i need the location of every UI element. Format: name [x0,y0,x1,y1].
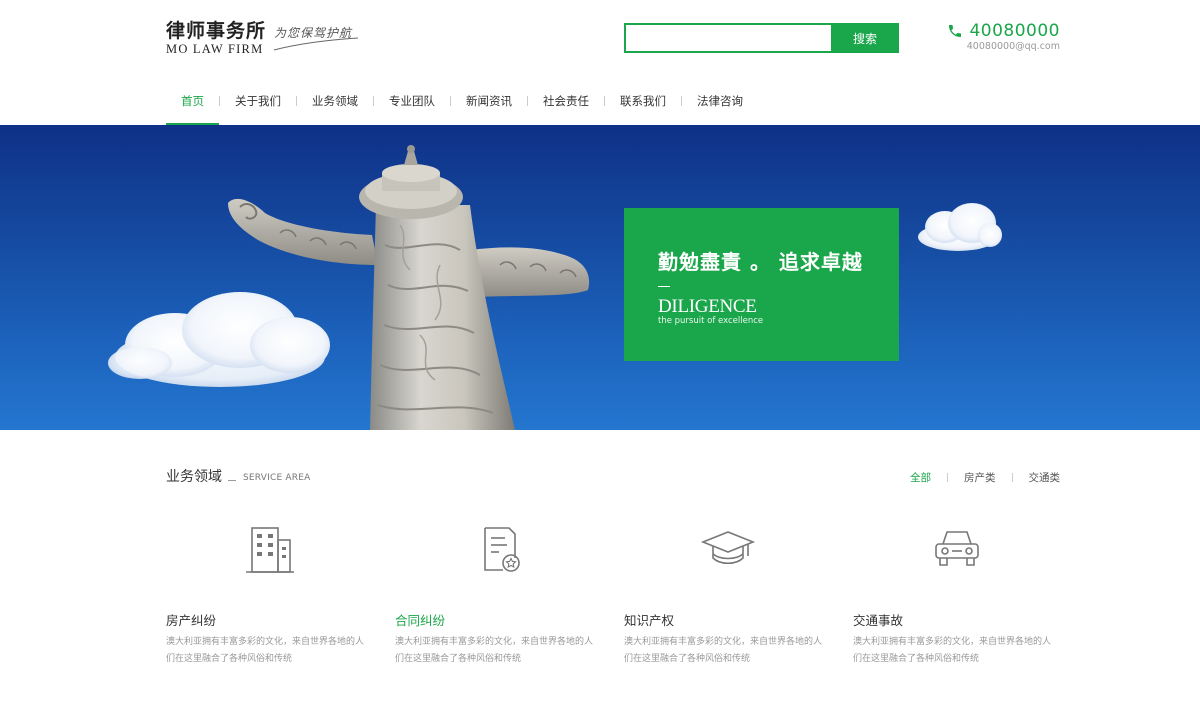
service-card-title[interactable]: 知识产权 [624,610,674,629]
service-card[interactable]: 合同纠纷澳大利亚拥有丰富多彩的文化，来自世界各地的人们在这里融合了各种风俗和传统 [395,520,600,680]
phone-icon [949,25,961,37]
search-button[interactable]: 搜索 [831,23,899,53]
service-card-title[interactable]: 合同纠纷 [395,610,445,629]
section-title: 业务领域 [166,469,222,485]
nav-item-1[interactable]: 关于我们 [220,76,296,125]
nav-item-3[interactable]: 专业团队 [374,76,450,125]
service-cards: 房产纠纷澳大利亚拥有丰富多彩的文化，来自世界各地的人们在这里融合了各种风俗和传统… [166,520,1060,680]
phone-number: 40080000 [969,21,1060,41]
building-icon [242,520,298,576]
filter-tab-1[interactable]: 房产类 [964,470,996,485]
filter-separator [1011,473,1013,482]
service-card[interactable]: 知识产权澳大利亚拥有丰富多彩的文化，来自世界各地的人们在这里融合了各种风俗和传统 [624,520,829,680]
site-logo[interactable]: 律师事务所 MO LAW FIRM [166,20,266,56]
nav-item-5[interactable]: 社会责任 [528,76,604,125]
car-icon [929,520,985,576]
contact-info: 40080000 40080000@qq.com [945,20,1060,56]
service-area-header: 业务领域 SERVICE AREA 全部 房产类 交通类 [166,466,1060,486]
filter-tab-0[interactable]: 全部 [910,470,931,485]
service-card-description: 澳大利亚拥有丰富多彩的文化，来自世界各地的人们在这里融合了各种风俗和传统 [395,637,594,664]
banner-subtitle: the pursuit of excellence [658,316,764,326]
category-filters: 全部 房产类 交通类 [910,470,1060,485]
nav-item-4[interactable]: 新闻资讯 [451,76,527,125]
site-header: 律师事务所 MO LAW FIRM 为您保驾护航 搜索 40080000 400… [0,0,1200,125]
service-card-description: 澳大利亚拥有丰富多彩的文化，来自世界各地的人们在这里融合了各种风俗和传统 [853,637,1052,664]
slogan-swoosh-icon [273,37,359,51]
filter-tab-2[interactable]: 交通类 [1029,470,1061,485]
banner-divider [658,286,670,287]
certificate-icon [471,520,527,576]
banner-artwork [108,145,1002,430]
nav-item-7[interactable]: 法律咨询 [682,76,758,125]
logo-cn-text: 律师事务所 [166,20,267,42]
service-card-description: 澳大利亚拥有丰富多彩的文化，来自世界各地的人们在这里融合了各种风俗和传统 [166,637,365,664]
nav-item-6[interactable]: 联系我们 [605,76,681,125]
hero-banner: 勤勉盡責 。 追求卓越 DILIGENCE the pursuit of exc… [0,125,1200,430]
section-title-divider [228,480,236,481]
banner-en-title: DILIGENCE [658,296,757,317]
service-card-title[interactable]: 房产纠纷 [166,610,216,629]
huabiao-column-icon [228,145,590,430]
service-card[interactable]: 交通事故澳大利亚拥有丰富多彩的文化，来自世界各地的人们在这里融合了各种风俗和传统 [853,520,1058,680]
contact-email: 40080000@qq.com [966,41,1060,52]
nav-item-0[interactable]: 首页 [166,76,219,125]
cloud-right-icon [918,203,1002,251]
cloud-left-icon [108,292,330,387]
nav-item-2[interactable]: 业务领域 [297,76,373,125]
service-card-title[interactable]: 交通事故 [853,610,903,629]
search-bar: 搜索 [624,23,899,53]
search-input[interactable] [624,23,832,53]
service-card-description: 澳大利亚拥有丰富多彩的文化，来自世界各地的人们在这里融合了各种风俗和传统 [624,637,823,664]
banner-slogan-box: 勤勉盡責 。 追求卓越 DILIGENCE the pursuit of exc… [624,208,899,361]
filter-separator [947,473,948,482]
logo-en-text: MO LAW FIRM [166,42,264,56]
service-card[interactable]: 房产纠纷澳大利亚拥有丰富多彩的文化，来自世界各地的人们在这里融合了各种风俗和传统 [166,520,371,680]
main-nav: 首页 关于我们 业务领域 专业团队 新闻资讯 社会责任 联系我们 法律咨询 [166,76,758,125]
section-en-title: SERVICE AREA [243,473,311,483]
banner-title: 勤勉盡責 。 追求卓越 [658,250,863,274]
graduation-cap-icon [700,520,756,576]
